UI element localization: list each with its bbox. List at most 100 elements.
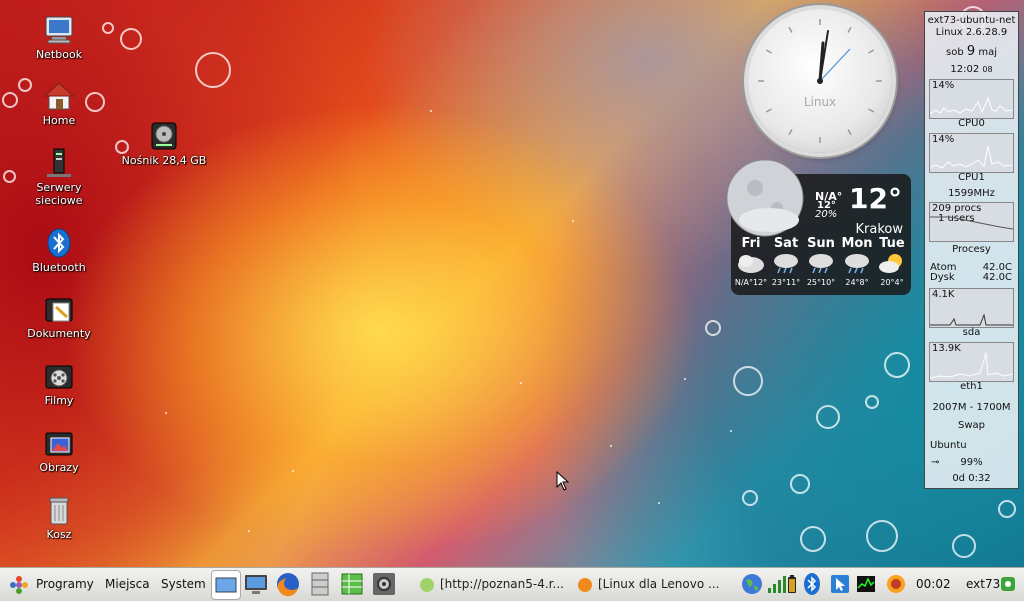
- bubble-decoration: [2, 92, 18, 108]
- menu-system[interactable]: System: [161, 568, 206, 601]
- bubble-decoration: [742, 490, 758, 506]
- desktop-icon-videos[interactable]: Filmy: [19, 360, 99, 407]
- cursor-tool-icon[interactable]: [828, 572, 852, 596]
- bubble-decoration: [705, 320, 721, 336]
- desktop-icon-home[interactable]: Home: [19, 80, 99, 127]
- desktop-icon-netbook[interactable]: Netbook: [19, 14, 99, 61]
- mouse-cursor-icon: [556, 470, 570, 494]
- star-decoration: [684, 378, 686, 380]
- bluetooth-icon: [43, 227, 75, 259]
- spreadsheet-icon: [341, 573, 363, 595]
- processes-label: Procesy: [952, 244, 991, 255]
- forecast-day: Sat 23°11°: [769, 236, 803, 287]
- desktop-icon-label: Nośnik 28,4 GB: [121, 154, 207, 167]
- weather-tray-icon[interactable]: [884, 572, 908, 596]
- weather-widget[interactable]: N/A° 12° 20% 12° Krakow Fri N/A°12° Sat …: [726, 159, 911, 295]
- forecast-day-temps: 20°4°: [880, 278, 904, 287]
- time-suffix: 08: [982, 65, 993, 74]
- forecast-day-temps: N/A°12°: [734, 278, 768, 287]
- desktop-icon-drive[interactable]: Nośnik 28,4 GB: [118, 120, 210, 167]
- weather-precip-chance: 20%: [815, 209, 838, 220]
- bubble-decoration: [800, 526, 826, 552]
- bluetooth-tray-icon[interactable]: [800, 572, 824, 596]
- rain-icon: [769, 251, 803, 278]
- desktop-icon-label: Bluetooth: [32, 261, 86, 274]
- desktop-icon-network-servers[interactable]: Serwery sieciowe: [19, 147, 99, 207]
- forecast-day-name: Fri: [741, 236, 761, 251]
- hard-drive-icon: [148, 120, 180, 152]
- desktop-icon-pictures[interactable]: Obrazy: [19, 427, 99, 474]
- swap-values: 2007M - 1700M: [932, 402, 1011, 413]
- disk-io-graph: 4.1K: [929, 288, 1014, 328]
- desktop-icon-documents[interactable]: Dokumenty: [19, 293, 99, 340]
- forecast-day-name: Tue: [879, 236, 905, 251]
- system-monitor-tray-icon[interactable]: [854, 572, 878, 596]
- star-decoration: [730, 430, 732, 432]
- bubble-decoration: [884, 352, 910, 378]
- star-decoration: [248, 530, 250, 532]
- user-name[interactable]: ext73: [966, 568, 1000, 601]
- cpu-frequency: 1599MHz: [948, 188, 995, 199]
- session-icon[interactable]: [1000, 576, 1016, 592]
- network-globe-icon[interactable]: [740, 572, 764, 596]
- cpu1-graph: 14%: [929, 133, 1014, 173]
- moon-cloud-icon: [721, 158, 811, 240]
- firefox-icon: [578, 577, 592, 592]
- file-manager-launcher[interactable]: [306, 570, 334, 598]
- swap-label: Swap: [957, 420, 985, 431]
- desktop-icon-bluetooth[interactable]: Bluetooth: [19, 227, 99, 274]
- settings-launcher[interactable]: [370, 570, 398, 598]
- star-decoration: [572, 220, 574, 222]
- time-display: 12:02 08: [925, 64, 1018, 75]
- forecast-day: Sun 25°10°: [804, 236, 838, 287]
- taskbar-item[interactable]: [http://poznan5-4.r...: [416, 571, 566, 597]
- home-icon: [43, 80, 75, 112]
- bottom-panel: Programy Miejsca System [http://poznan5-…: [0, 567, 1024, 601]
- file-cabinet-icon: [311, 572, 329, 596]
- desktop-icon-label: Kosz: [46, 528, 72, 541]
- sda-label: sda: [962, 327, 981, 338]
- star-decoration: [658, 502, 660, 504]
- date-day: sob: [946, 47, 964, 58]
- firefox-launcher[interactable]: [274, 570, 302, 598]
- chat-app-icon: [420, 577, 434, 592]
- cloudy-icon: [734, 251, 768, 278]
- disk-temp-label: Dysk: [930, 272, 955, 283]
- star-decoration: [165, 412, 167, 414]
- bubble-decoration: [952, 534, 976, 558]
- forecast-day-temps: 24°8°: [845, 278, 869, 287]
- network-server-icon: [43, 147, 75, 179]
- bubble-decoration: [816, 405, 840, 429]
- forecast-day: Tue 20°4°: [875, 236, 909, 287]
- monitor-launcher[interactable]: [242, 570, 270, 598]
- taskbar-item-label: [Linux dla Lenovo ...: [598, 577, 720, 591]
- forecast-day-name: Sun: [807, 236, 835, 251]
- desktop-icon-trash[interactable]: Kosz: [19, 494, 99, 541]
- system-monitor-widget: ext73-ubuntu-net Linux 2.6.28.9 sob 9 ma…: [924, 11, 1019, 489]
- clock-brand-label: Linux: [803, 95, 837, 109]
- gnome-menu-icon[interactable]: [8, 574, 30, 596]
- desktop-icon-label: Serwery sieciowe: [35, 181, 83, 207]
- weather-current-temp: 12°: [849, 182, 902, 215]
- desktop-icon-label: Dokumenty: [27, 327, 91, 340]
- menu-places[interactable]: Miejsca: [105, 568, 150, 601]
- spreadsheet-launcher[interactable]: [338, 570, 366, 598]
- forecast-day-name: Mon: [841, 236, 873, 251]
- forecast-day-name: Sat: [773, 236, 799, 251]
- rain-icon: [839, 251, 875, 278]
- bubble-decoration: [102, 22, 114, 34]
- bubble-decoration: [733, 366, 763, 396]
- hostname: ext73-ubuntu-net: [927, 15, 1016, 26]
- cpu1-label: CPU1: [958, 172, 985, 183]
- show-desktop-button[interactable]: [211, 570, 241, 600]
- bubble-decoration: [120, 28, 142, 50]
- taskbar-item[interactable]: [Linux dla Lenovo ...: [574, 571, 724, 597]
- forecast-day: Fri N/A°12°: [734, 236, 768, 287]
- star-decoration: [610, 445, 612, 447]
- uptime: 0d 0:32: [952, 473, 991, 484]
- panel-clock[interactable]: 00:02: [916, 568, 951, 601]
- menu-applications[interactable]: Programy: [36, 568, 94, 601]
- analog-clock-widget[interactable]: Linux: [748, 9, 892, 153]
- forecast-day-temps: 25°10°: [806, 278, 836, 287]
- bubble-decoration: [998, 500, 1016, 518]
